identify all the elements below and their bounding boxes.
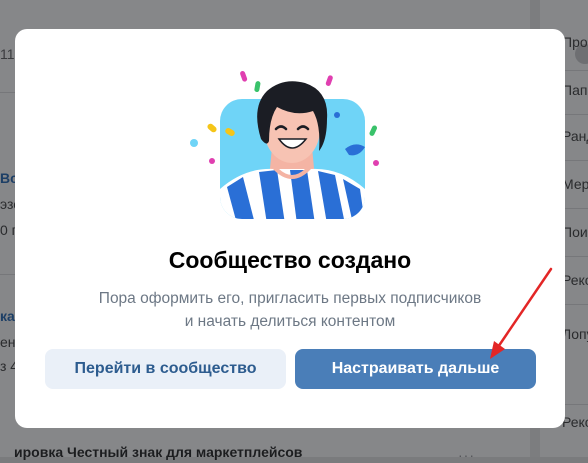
feed-post-title: ировка Честный знак для маркетплейсов — [14, 444, 303, 460]
dialog-subtitle-line: и начать делиться контентом — [184, 313, 396, 330]
feed-text: ен — [0, 334, 16, 350]
sidebar-item: Про — [562, 34, 588, 50]
feed-text: ка — [0, 308, 15, 324]
feed-divider — [0, 274, 16, 275]
community-created-dialog: Сообщество создано Пора оформить его, пр… — [15, 29, 565, 428]
sidebar-item: Папк — [562, 82, 588, 98]
dialog-title: Сообщество создано — [168, 247, 412, 273]
sidebar-item: Ранд — [562, 128, 588, 144]
sidebar-item: Лопу — [562, 326, 588, 342]
continue-setup-button[interactable]: Настраивать дальше — [295, 349, 536, 389]
dialog-subtitle-line: Пора оформить его, пригласить первых под… — [98, 290, 482, 307]
sidebar-item: Реко — [562, 414, 588, 430]
illustration-shirt — [220, 168, 365, 219]
celebration-illustration — [190, 70, 379, 219]
dialog-subtitle: Пора оформить его, пригласить первых под… — [55, 287, 525, 333]
feed-divider — [0, 92, 16, 93]
feed-text: 11 — [0, 46, 15, 62]
more-icon: ··· — [458, 447, 475, 463]
sidebar-item: Поис — [562, 224, 588, 240]
go-to-community-button[interactable]: Перейти в сообщество — [45, 349, 286, 389]
sidebar-item: Реко — [562, 272, 588, 288]
sidebar-item: Мер — [562, 176, 588, 192]
